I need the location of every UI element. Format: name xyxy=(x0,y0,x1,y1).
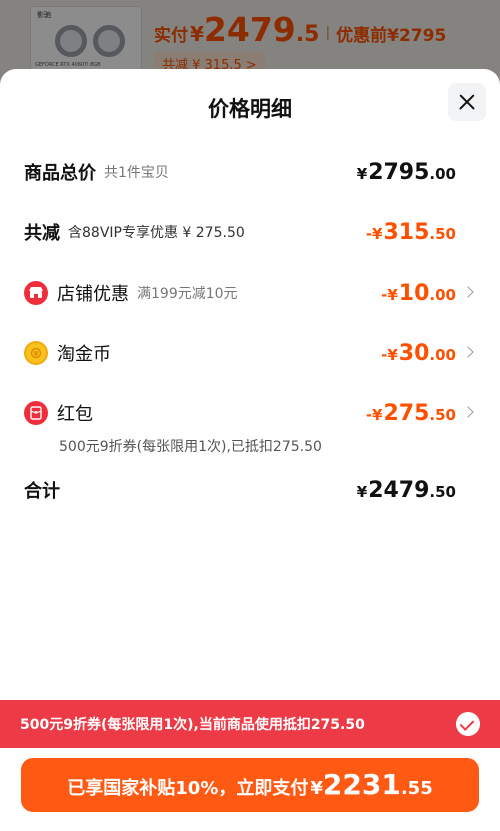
row-label: 淘金币 xyxy=(57,344,111,365)
row-amount: -¥ 30.00 xyxy=(381,340,456,366)
pay-button[interactable]: 已享国家补贴10%，立即支付 ¥2231.55 xyxy=(21,758,479,812)
row-label: 红包 xyxy=(57,404,93,425)
row-sub: 满199元减10元 xyxy=(137,286,238,302)
sheet-title: 价格明细 xyxy=(208,97,292,121)
row-label: 共减 xyxy=(24,223,60,244)
coupon-text: 500元9折券(每张限用1次),当前商品使用抵扣275.50 xyxy=(20,717,365,733)
chevron-right-icon[interactable] xyxy=(462,406,474,418)
row-tao-coin[interactable]: 淘金币 -¥ 30.00 xyxy=(24,338,476,368)
row-sub: 共1件宝贝 xyxy=(104,165,169,181)
row-shop-discount[interactable]: 店铺优惠 满199元减10元 -¥ 10.00 xyxy=(24,278,476,308)
row-total-price: 商品总价 共1件宝贝 ¥2795.00 xyxy=(24,157,476,187)
red-packet-note: 500元9折券(每张限用1次),已抵扣275.50 xyxy=(59,439,322,455)
row-sum: 合计 ¥2479.50 xyxy=(24,475,476,505)
row-amount: ¥2479.50 xyxy=(356,477,456,503)
row-amount: -¥ 10.00 xyxy=(381,280,456,306)
row-total-reduction: 共减 含88VIP专享优惠 ¥ 275.50 -¥ 315.50 xyxy=(24,217,476,247)
shop-icon xyxy=(24,281,48,305)
row-amount: -¥ 315.50 xyxy=(365,219,456,245)
red-packet-icon xyxy=(24,401,48,425)
chevron-right-icon[interactable] xyxy=(462,346,474,358)
row-red-packet[interactable]: 红包 -¥ 275.50 xyxy=(24,398,476,428)
row-amount: -¥ 275.50 xyxy=(365,400,456,426)
pay-button-label: 已享国家补贴10%，立即支付 xyxy=(67,778,309,799)
row-label: 合计 xyxy=(24,481,60,502)
chevron-right-icon[interactable] xyxy=(462,286,474,298)
coupon-bar[interactable]: 500元9折券(每张限用1次),当前商品使用抵扣275.50 xyxy=(0,700,500,748)
row-sub: 含88VIP专享优惠 ¥ 275.50 xyxy=(68,225,245,241)
price-detail-sheet: 价格明细 商品总价 共1件宝贝 ¥2795.00 共减 含88VIP专享优惠 ¥… xyxy=(0,69,500,831)
coin-icon xyxy=(24,341,48,365)
row-label: 店铺优惠 xyxy=(57,284,129,305)
row-amount: ¥2795.00 xyxy=(356,159,456,185)
check-icon[interactable] xyxy=(456,712,480,736)
row-label: 商品总价 xyxy=(24,163,96,184)
close-icon[interactable] xyxy=(448,83,486,121)
